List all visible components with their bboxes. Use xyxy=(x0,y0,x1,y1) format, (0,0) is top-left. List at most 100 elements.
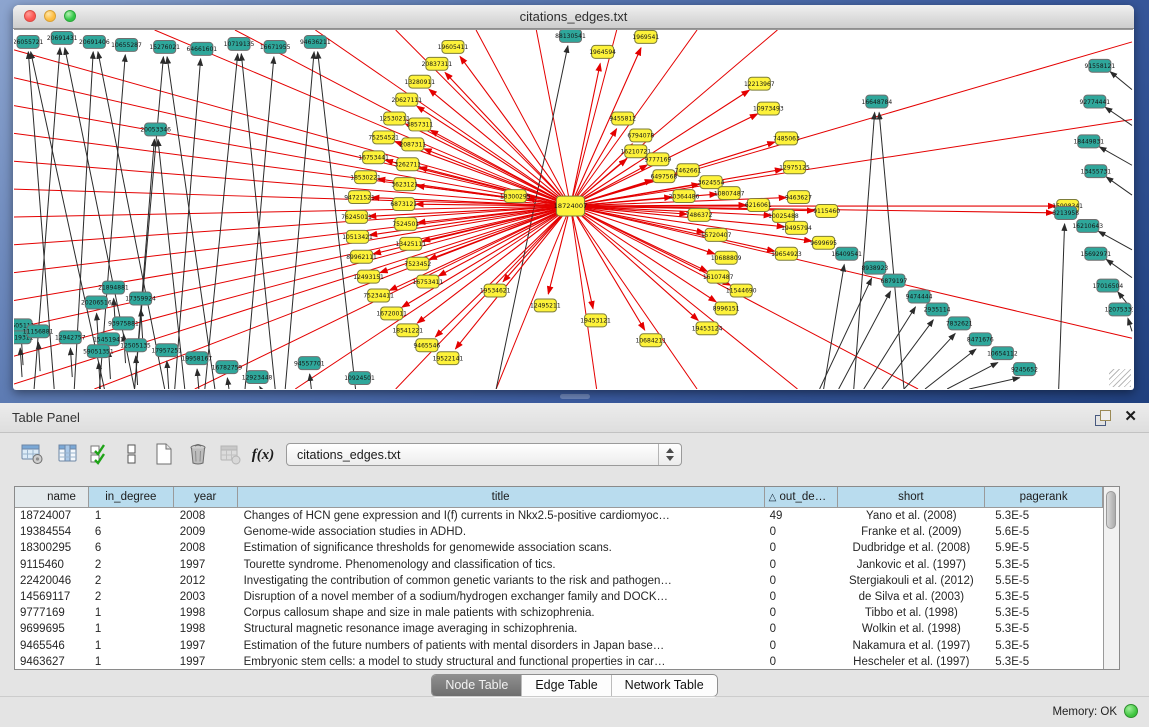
column-header-pagerank[interactable]: pagerank xyxy=(985,487,1103,507)
graph-node-59051351[interactable]: 59051351 xyxy=(83,345,114,358)
graph-node-7524501[interactable]: 7524501 xyxy=(392,217,419,230)
graph-edge[interactable] xyxy=(405,124,570,206)
graph-node-16210643[interactable]: 16210643 xyxy=(1072,219,1103,232)
tab-edge-table[interactable]: Edge Table xyxy=(521,675,610,696)
tab-network-table[interactable]: Network Table xyxy=(611,675,717,696)
graph-node-9245652[interactable]: 9245652 xyxy=(1011,363,1038,376)
table-select-dropdown[interactable]: citations_edges.txt xyxy=(286,443,682,466)
graph-node-9777169[interactable]: 9777169 xyxy=(644,153,671,166)
graph-node-16409541[interactable]: 16409541 xyxy=(831,247,862,260)
column-header-short[interactable]: short xyxy=(838,487,986,507)
graph-edge[interactable] xyxy=(496,46,568,389)
graph-node-1969541[interactable]: 1969541 xyxy=(632,30,659,43)
graph-edge[interactable] xyxy=(879,113,904,389)
graph-node-3857311[interactable]: 3857311 xyxy=(406,118,433,131)
table-row[interactable]: 1938455462009Genome-wide association stu… xyxy=(15,524,1103,540)
panel-splitter-handle[interactable] xyxy=(560,394,590,399)
column-header-in_degree[interactable]: in_degree xyxy=(89,487,174,507)
graph-node-15720407[interactable]: 15720407 xyxy=(701,228,732,241)
graph-edge[interactable] xyxy=(1099,147,1132,165)
table-row[interactable]: 946362711997Embryonic stem cells: a mode… xyxy=(15,654,1103,669)
graph-edge[interactable] xyxy=(197,369,199,389)
graph-node-6497568[interactable]: 6497568 xyxy=(651,170,678,183)
graph-edge[interactable] xyxy=(824,265,845,389)
graph-edge[interactable] xyxy=(175,59,201,389)
graph-edge[interactable] xyxy=(570,206,697,389)
graph-edge[interactable] xyxy=(1106,259,1132,277)
table-row[interactable]: 969969511998Structural magnetic resonanc… xyxy=(15,621,1103,637)
graph-edge[interactable] xyxy=(310,374,312,389)
table-row[interactable]: 1830029562008Estimation of significance … xyxy=(15,540,1103,556)
table-row[interactable]: 977716911998Corpus callosum shape and si… xyxy=(15,605,1103,621)
graph-node-19453121[interactable]: 19453121 xyxy=(580,314,611,327)
select-rows-icon[interactable] xyxy=(88,442,114,468)
window-resize-grip[interactable] xyxy=(1109,369,1131,387)
graph-node-64661601[interactable]: 64661601 xyxy=(187,42,218,55)
delete-rows-trash-icon[interactable] xyxy=(186,442,212,468)
graph-node-19453124[interactable]: 19453124 xyxy=(692,322,723,335)
graph-edge[interactable] xyxy=(460,57,570,206)
graph-edge[interactable] xyxy=(1110,72,1132,90)
graph-node-16753441[interactable]: 16753441 xyxy=(358,151,389,164)
graph-node-9115460[interactable]: 9115460 xyxy=(813,205,840,218)
graph-node-20837311[interactable]: 20837311 xyxy=(422,57,453,70)
graph-node-7832621[interactable]: 7832621 xyxy=(946,317,973,330)
graph-node-12505135[interactable]: 12505135 xyxy=(120,339,151,352)
graph-node-9463627[interactable]: 9463627 xyxy=(785,191,812,204)
graph-node-10719135[interactable]: 10719135 xyxy=(224,37,255,50)
graph-node-94557701[interactable]: 94557701 xyxy=(294,357,325,370)
graph-node-8996151[interactable]: 8996151 xyxy=(713,302,740,315)
vertical-scrollbar[interactable] xyxy=(1103,487,1119,669)
graph-node-20627111[interactable]: 20627111 xyxy=(391,93,422,106)
graph-node-11544690[interactable]: 11544690 xyxy=(726,284,757,297)
graph-node-16107487[interactable]: 16107487 xyxy=(703,270,734,283)
graph-node-10654112[interactable]: 10654112 xyxy=(987,347,1018,360)
graph-node-20364486[interactable]: 20364486 xyxy=(669,190,700,203)
graph-node-18724007[interactable]: 18724007 xyxy=(554,196,588,216)
graph-node-10655287[interactable]: 10655287 xyxy=(111,38,142,51)
graph-node-20206516[interactable]: 20206516 xyxy=(81,296,112,309)
graph-node-93975881[interactable]: 93975881 xyxy=(108,317,139,330)
graph-node-10924501[interactable]: 10924501 xyxy=(344,372,375,385)
window-titlebar[interactable]: citations_edges.txt xyxy=(13,5,1134,29)
function-builder-icon[interactable]: f(x) xyxy=(248,442,278,468)
column-header-name[interactable]: name xyxy=(15,487,89,507)
graph-node-12075331[interactable]: 12075331 xyxy=(1105,303,1133,316)
graph-edge[interactable] xyxy=(38,342,40,371)
graph-node-92774441[interactable]: 92774441 xyxy=(1080,95,1111,108)
table-row[interactable]: 1872400712008Changes of HCN gene express… xyxy=(15,508,1103,524)
column-header-year[interactable]: year xyxy=(174,487,238,507)
graph-node-10684211[interactable]: 10684211 xyxy=(636,334,667,347)
graph-node-17957251[interactable]: 17957251 xyxy=(151,344,182,357)
graph-node-10025488[interactable]: 10025488 xyxy=(768,210,799,223)
graph-node-18541221[interactable]: 18541221 xyxy=(392,324,423,337)
graph-edge[interactable] xyxy=(820,278,872,389)
graph-edge[interactable] xyxy=(496,206,570,389)
graph-node-6794078[interactable]: 6794078 xyxy=(627,129,654,142)
graph-node-75234411[interactable]: 75234411 xyxy=(363,289,394,302)
graph-node-94636211[interactable]: 94636211 xyxy=(300,35,331,48)
graph-node-18300295[interactable]: 18300295 xyxy=(500,190,531,203)
graph-edge[interactable] xyxy=(141,309,143,338)
graph-node-10807487[interactable]: 10807487 xyxy=(714,187,745,200)
table-settings-icon[interactable] xyxy=(20,442,46,468)
graph-edge[interactable] xyxy=(245,57,274,389)
graph-node-91558121[interactable]: 91558121 xyxy=(1085,59,1116,72)
graph-node-13455731[interactable]: 13455731 xyxy=(1081,165,1112,178)
citation-network-graph[interactable]: 1872400794558126794078162107219777169746… xyxy=(14,30,1133,389)
graph-node-18449831[interactable]: 18449831 xyxy=(1073,135,1104,148)
graph-node-75254521[interactable]: 75254521 xyxy=(368,131,399,144)
table-row[interactable]: 911546021997Tourette syndrome. Phenomeno… xyxy=(15,557,1103,573)
graph-node-12493151[interactable]: 12493151 xyxy=(353,270,384,283)
graph-node-16782759[interactable]: 16782759 xyxy=(212,361,243,374)
graph-node-8938923[interactable]: 8938923 xyxy=(861,261,888,274)
graph-node-20691431[interactable]: 20691431 xyxy=(47,31,78,44)
graph-edge[interactable] xyxy=(882,320,933,389)
graph-edge[interactable] xyxy=(14,106,570,206)
graph-edge[interactable] xyxy=(570,206,596,389)
graph-edge[interactable] xyxy=(14,189,570,206)
graph-node-15692971[interactable]: 15692971 xyxy=(1081,247,1112,260)
graph-node-15276021[interactable]: 15276021 xyxy=(149,40,180,53)
graph-node-17359924[interactable]: 17359924 xyxy=(125,292,156,305)
table-row[interactable]: 1456911722003Disruption of a novel membe… xyxy=(15,589,1103,605)
